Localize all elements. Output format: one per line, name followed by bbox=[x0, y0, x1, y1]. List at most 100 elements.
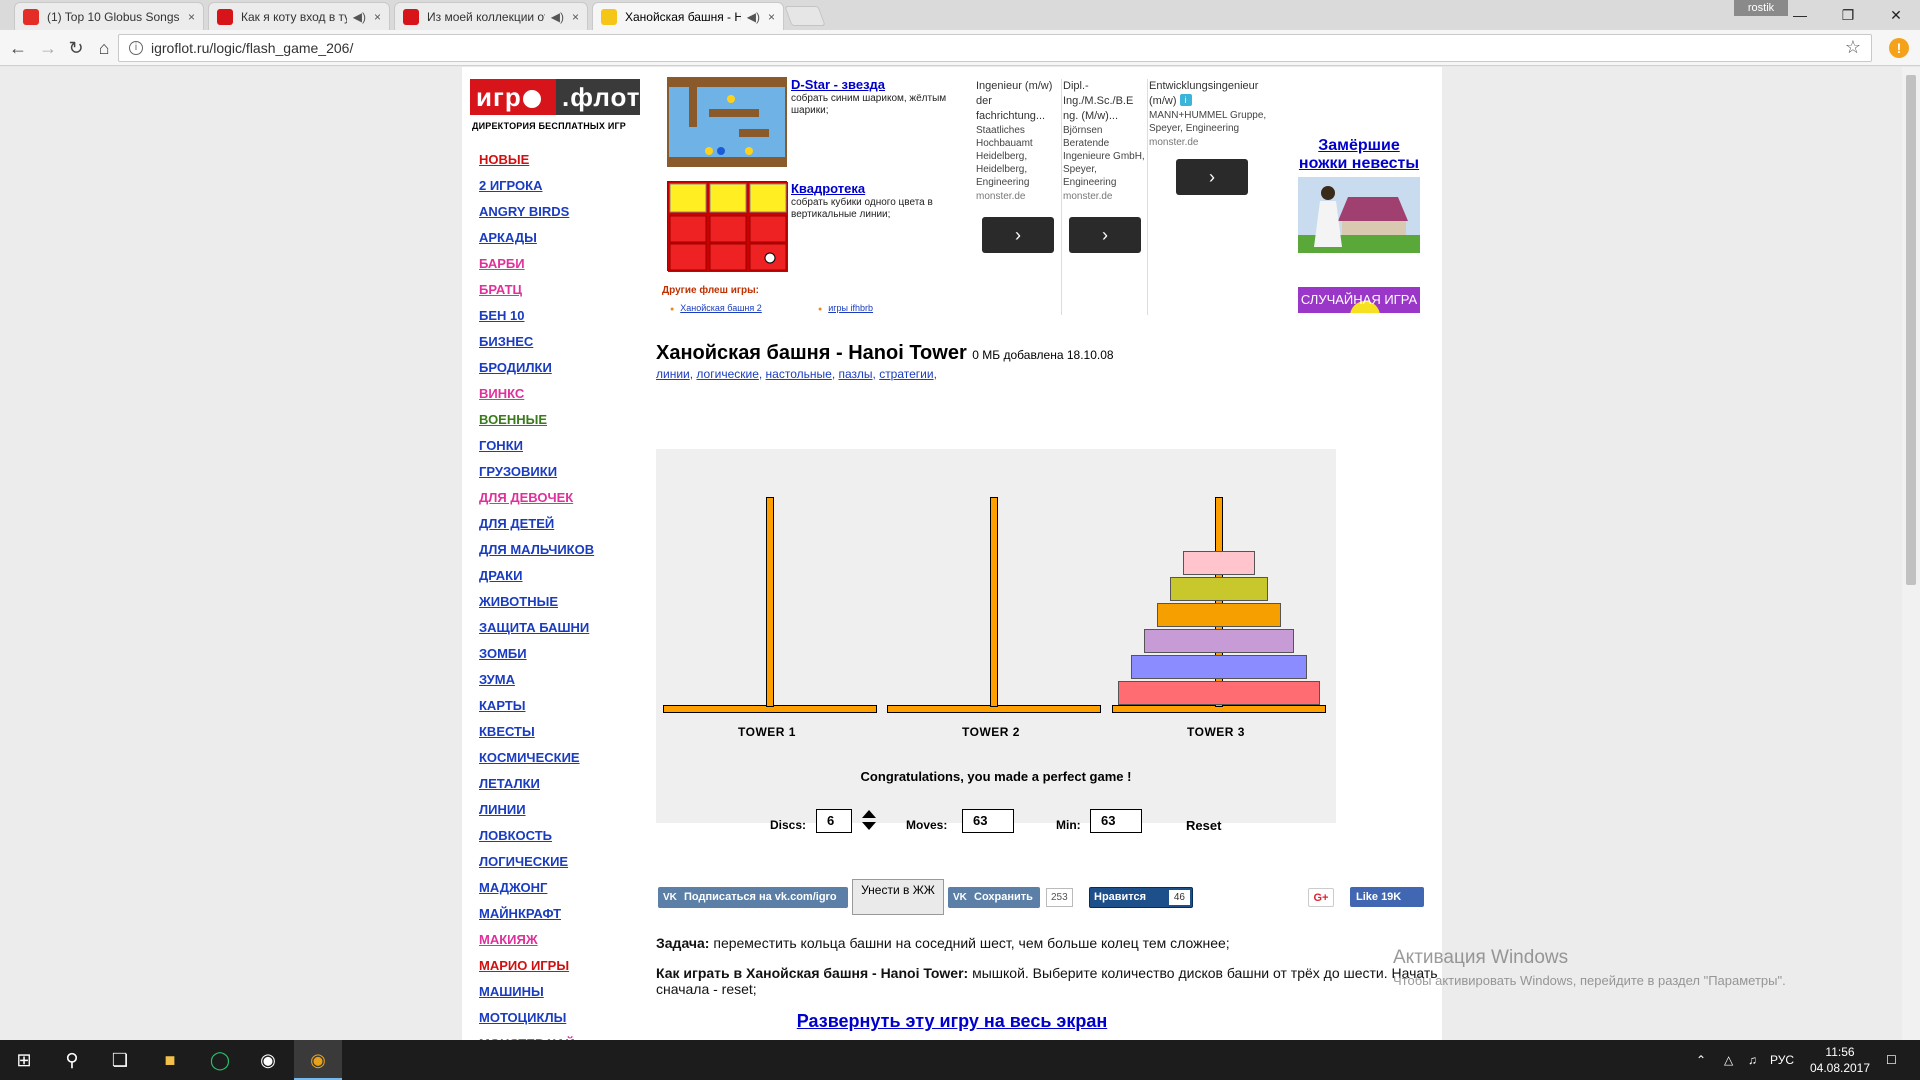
category-link[interactable]: МАЙНКРАФТ bbox=[479, 901, 594, 927]
category-link[interactable]: ГОНКИ bbox=[479, 433, 594, 459]
category-link[interactable]: КАРТЫ bbox=[479, 693, 594, 719]
game-tag-link[interactable]: стратегии bbox=[879, 367, 933, 381]
maximize-window-icon[interactable]: ❐ bbox=[1828, 4, 1868, 26]
category-link[interactable]: КОСМИЧЕСКИЕ bbox=[479, 745, 594, 771]
back-arrow-icon[interactable]: ← bbox=[6, 37, 30, 59]
chrome-icon[interactable]: ◉ bbox=[294, 1040, 342, 1080]
category-link[interactable]: ДЛЯ ДЕТЕЙ bbox=[479, 511, 594, 537]
audio-playing-icon[interactable]: ◀) bbox=[551, 10, 564, 24]
close-tab-icon[interactable]: × bbox=[768, 10, 775, 24]
category-link[interactable]: ГРУЗОВИКИ bbox=[479, 459, 594, 485]
category-link[interactable]: НОВЫЕ bbox=[479, 147, 594, 173]
windows-start-icon[interactable]: ⊞ bbox=[0, 1040, 48, 1080]
bookmark-star-icon[interactable]: ☆ bbox=[1845, 37, 1861, 58]
taskbar-clock[interactable]: 11:56 04.08.2017 bbox=[1800, 1044, 1880, 1076]
increase-arrow-icon[interactable] bbox=[862, 810, 876, 818]
network-icon[interactable]: △ bbox=[1724, 1040, 1733, 1080]
browser-tab-3[interactable]: Из моей коллекции отв ◀) × bbox=[394, 2, 588, 30]
category-link[interactable]: МАШИНЫ bbox=[479, 979, 594, 1005]
category-link[interactable]: МАКИЯЖ bbox=[479, 927, 594, 953]
job-ad-2-button[interactable]: › bbox=[1069, 217, 1141, 253]
hanoi-disc[interactable] bbox=[1144, 629, 1294, 653]
category-link[interactable]: ЗУМА bbox=[479, 667, 594, 693]
new-tab-button[interactable] bbox=[784, 6, 826, 26]
site-logo[interactable]: игр .флот bbox=[470, 79, 640, 115]
site-info-icon[interactable]: i bbox=[129, 41, 143, 55]
vk-save-button[interactable]: Сохранить bbox=[948, 887, 1040, 908]
side-game-thumbnail[interactable] bbox=[1298, 177, 1420, 253]
game-tag-link[interactable]: логические bbox=[696, 367, 758, 381]
category-link[interactable]: МОНСТЕР ХАЙ bbox=[479, 1031, 594, 1040]
job-ad-3-button[interactable]: › bbox=[1176, 159, 1248, 195]
hanoi-disc[interactable] bbox=[1118, 681, 1320, 705]
category-link[interactable]: КВЕСТЫ bbox=[479, 719, 594, 745]
browser-tab-1[interactable]: (1) Top 10 Globus Songs × bbox=[14, 2, 204, 30]
category-link[interactable]: ВИНКС bbox=[479, 381, 594, 407]
category-link[interactable]: БРОДИЛКИ bbox=[479, 355, 594, 381]
vk-subscribe-button[interactable]: Подписаться на vk.com/igro bbox=[658, 887, 848, 908]
category-link[interactable]: ЗОМБИ bbox=[479, 641, 594, 667]
hanoi-disc[interactable] bbox=[1157, 603, 1281, 627]
category-link[interactable]: ЗАЩИТА БАШНИ bbox=[479, 615, 594, 641]
game-tag-link[interactable]: линии bbox=[656, 367, 690, 381]
file-explorer-icon[interactable]: ■ bbox=[146, 1040, 194, 1080]
tray-chevron-icon[interactable]: ⌃ bbox=[1696, 1040, 1706, 1080]
volume-icon[interactable]: ♫ bbox=[1748, 1040, 1757, 1080]
category-link[interactable]: ЛОГИЧЕСКИЕ bbox=[479, 849, 594, 875]
browser-tab-2[interactable]: Как я коту вход в туа ◀) × bbox=[208, 2, 390, 30]
category-link[interactable]: 2 ИГРОКА bbox=[479, 173, 594, 199]
search-icon[interactable]: ⚲ bbox=[48, 1040, 96, 1080]
kvadroteka-link[interactable]: Квадротека bbox=[791, 181, 865, 196]
discs-input[interactable]: 6 bbox=[816, 809, 852, 833]
category-link[interactable]: ДЛЯ ДЕВОЧЕК bbox=[479, 485, 594, 511]
category-link[interactable]: БИЗНЕС bbox=[479, 329, 594, 355]
job-ad-1[interactable]: Ingenieur (m/w) der fachrichtung... Staa… bbox=[976, 79, 1060, 204]
minimize-window-icon[interactable]: — bbox=[1780, 4, 1820, 26]
hanoi-disc[interactable] bbox=[1170, 577, 1268, 601]
notifications-icon[interactable]: ☐ bbox=[1886, 1040, 1897, 1080]
discs-stepper[interactable] bbox=[862, 809, 876, 833]
category-link[interactable]: БАРБИ bbox=[479, 251, 594, 277]
livejournal-button[interactable]: Унести в ЖЖ bbox=[852, 879, 944, 915]
side-game-ad[interactable]: Замёршие ножки невесты bbox=[1298, 137, 1420, 253]
reset-button[interactable]: Reset bbox=[1186, 818, 1221, 833]
category-link[interactable]: БРАТЦ bbox=[479, 277, 594, 303]
address-bar[interactable]: i igroflot.ru/logic/flash_game_206/ ☆ bbox=[118, 34, 1872, 62]
game-tag-link[interactable]: пазлы bbox=[838, 367, 872, 381]
close-tab-icon[interactable]: × bbox=[374, 10, 381, 24]
category-link[interactable]: МАДЖОНГ bbox=[479, 875, 594, 901]
category-link[interactable]: ANGRY BIRDS bbox=[479, 199, 594, 225]
page-scrollbar[interactable] bbox=[1902, 67, 1920, 1040]
language-indicator[interactable]: РУС bbox=[1770, 1040, 1794, 1080]
facebook-like-button[interactable]: Like 19K bbox=[1350, 887, 1424, 907]
game-tag-link[interactable]: настольные bbox=[766, 367, 832, 381]
task-view-icon[interactable]: ❏ bbox=[96, 1040, 144, 1080]
other-game-link[interactable]: Ханойская башня 2 bbox=[670, 303, 762, 313]
tower-peg[interactable] bbox=[766, 497, 774, 707]
category-link[interactable]: ЖИВОТНЫЕ bbox=[479, 589, 594, 615]
ad-info-icon[interactable]: i bbox=[1179, 94, 1192, 106]
home-icon[interactable]: ⌂ bbox=[92, 37, 116, 59]
hanoi-disc[interactable] bbox=[1131, 655, 1307, 679]
audio-playing-icon[interactable]: ◀) bbox=[353, 10, 366, 24]
category-link[interactable]: ДЛЯ МАЛЬЧИКОВ bbox=[479, 537, 594, 563]
category-link[interactable]: ЛОВКОСТЬ bbox=[479, 823, 594, 849]
dstar-thumbnail[interactable] bbox=[667, 77, 787, 167]
dstar-link[interactable]: D-Star - звезда bbox=[791, 77, 885, 92]
steam-icon[interactable]: ◉ bbox=[244, 1040, 292, 1080]
close-tab-icon[interactable]: × bbox=[572, 10, 579, 24]
decrease-arrow-icon[interactable] bbox=[862, 822, 876, 830]
side-game-title[interactable]: Замёршие ножки невесты bbox=[1298, 137, 1420, 173]
scrollbar-thumb[interactable] bbox=[1906, 75, 1916, 585]
job-ad-2[interactable]: Dipl.-Ing./M.Sc./B.E ng. (M/w)... Björns… bbox=[1063, 79, 1147, 204]
category-link[interactable]: ВОЕННЫЕ bbox=[479, 407, 594, 433]
category-link[interactable]: АРКАДЫ bbox=[479, 225, 594, 251]
category-link[interactable]: БЕН 10 bbox=[479, 303, 594, 329]
tower-peg[interactable] bbox=[990, 497, 998, 707]
update-alert-icon[interactable]: ! bbox=[1889, 38, 1909, 58]
browser-tab-4-active[interactable]: Ханойская башня - Н ◀) × bbox=[592, 2, 784, 30]
other-game-link[interactable]: игры ifhbrb bbox=[818, 303, 873, 313]
hanoi-disc[interactable] bbox=[1183, 551, 1255, 575]
job-ad-3[interactable]: Entwicklungsingenieur (m/w) i MANN+HUMME… bbox=[1149, 79, 1273, 150]
forward-arrow-icon[interactable]: → bbox=[36, 37, 60, 59]
